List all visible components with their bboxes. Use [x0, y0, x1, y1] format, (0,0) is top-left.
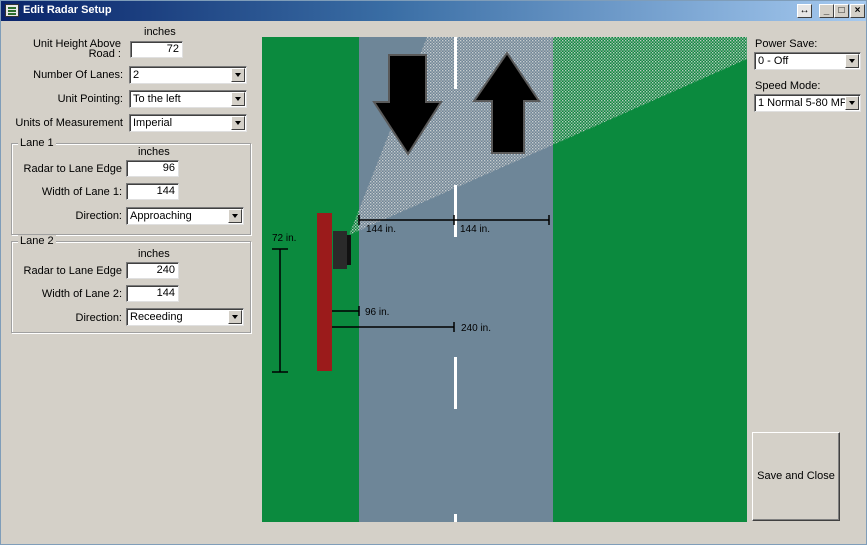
radar-unit-icon: [333, 231, 347, 269]
radar-diagram-svg: 72 in. 144 in. 144 in. 96 in. 240 in.: [262, 37, 747, 522]
speed-mode-value: 1 Normal 5-80 MPH: [758, 97, 856, 109]
lane-1-width-input[interactable]: 144: [126, 183, 179, 200]
units-of-measurement-label: Units of Measurement: [15, 117, 123, 129]
lane-1-direction-label: Direction:: [75, 210, 122, 222]
power-save-value: 0 - Off: [758, 55, 789, 67]
lane-2-group: Lane 2 inches Radar to Lane Edge 240 Wid…: [11, 235, 251, 333]
minimize-button[interactable]: _: [819, 4, 834, 18]
unit-height-input[interactable]: 72: [130, 41, 183, 58]
lane-1-direction-value: Approaching: [130, 210, 192, 222]
lane-2-width-dim-label: 144 in.: [460, 224, 490, 235]
lane-1-edge-input[interactable]: 96: [126, 160, 179, 177]
chevron-down-icon[interactable]: [231, 68, 245, 82]
number-of-lanes-label: Number Of Lanes:: [33, 69, 123, 81]
lane-1-units: inches: [138, 146, 170, 158]
lane-1-edge-label: Radar to Lane Edge: [23, 163, 122, 175]
chevron-down-icon[interactable]: [231, 116, 245, 130]
lane-1-width-label: Width of Lane 1:: [41, 186, 122, 198]
lane-2-direction-value: Receeding: [130, 311, 183, 323]
save-and-close-button[interactable]: Save and Close: [752, 432, 840, 521]
lane-2-direction-label: Direction:: [75, 312, 122, 324]
speed-mode-label: Speed Mode:: [755, 80, 821, 92]
lane-2-edge-input[interactable]: 240: [126, 262, 179, 279]
lane-2-edge-label: Radar to Lane Edge: [23, 265, 122, 277]
unit-pointing-value: To the left: [133, 93, 181, 105]
lane-2-title: Lane 2: [18, 235, 56, 247]
units-of-measurement-select[interactable]: Imperial: [129, 114, 247, 132]
number-of-lanes-value: 2: [133, 69, 140, 81]
lane-1-group: Lane 1 inches Radar to Lane Edge 96 Widt…: [11, 137, 251, 235]
power-save-select[interactable]: 0 - Off: [754, 52, 861, 70]
chevron-down-icon[interactable]: [228, 209, 242, 223]
unit-pointing-select[interactable]: To the left: [129, 90, 247, 108]
edit-radar-setup-window: Edit Radar Setup ↔ _ □ × inches Unit Hei…: [0, 0, 867, 545]
lane-1-width-dim-label: 144 in.: [366, 224, 396, 235]
radar-diagram: 72 in. 144 in. 144 in. 96 in. 240 in.: [262, 37, 747, 522]
unit-pointing-label: Unit Pointing:: [57, 93, 123, 105]
chevron-down-icon[interactable]: [845, 54, 859, 68]
close-button[interactable]: ×: [850, 4, 865, 18]
lane-2-width-input[interactable]: 144: [126, 285, 179, 302]
lane-1-edge-dim-label: 96 in.: [365, 307, 389, 318]
resize-icon[interactable]: ↔: [797, 4, 812, 18]
chevron-down-icon[interactable]: [231, 92, 245, 106]
height-label: 72 in.: [272, 233, 296, 244]
lane-2-width-label: Width of Lane 2:: [41, 288, 122, 300]
units-header: inches: [144, 26, 176, 38]
chevron-down-icon[interactable]: [228, 310, 242, 324]
app-icon: [5, 4, 19, 17]
lane-1-direction-select[interactable]: Approaching: [126, 207, 244, 225]
chevron-down-icon[interactable]: [845, 96, 859, 110]
window-title: Edit Radar Setup: [23, 4, 112, 16]
unit-height-label: Unit Height Above Road :: [32, 38, 121, 60]
speed-mode-select[interactable]: 1 Normal 5-80 MPH: [754, 94, 861, 112]
title-bar[interactable]: Edit Radar Setup ↔ _ □ ×: [1, 1, 866, 21]
power-save-label: Power Save:: [755, 38, 818, 50]
lane-1-title: Lane 1: [18, 137, 56, 149]
lane-2-direction-select[interactable]: Receeding: [126, 308, 244, 326]
units-of-measurement-value: Imperial: [133, 117, 173, 129]
lane-2-edge-dim-label: 240 in.: [461, 323, 491, 334]
lane-2-units: inches: [138, 248, 170, 260]
maximize-button[interactable]: □: [834, 4, 849, 18]
number-of-lanes-select[interactable]: 2: [129, 66, 247, 84]
radar-pole: [317, 213, 332, 371]
